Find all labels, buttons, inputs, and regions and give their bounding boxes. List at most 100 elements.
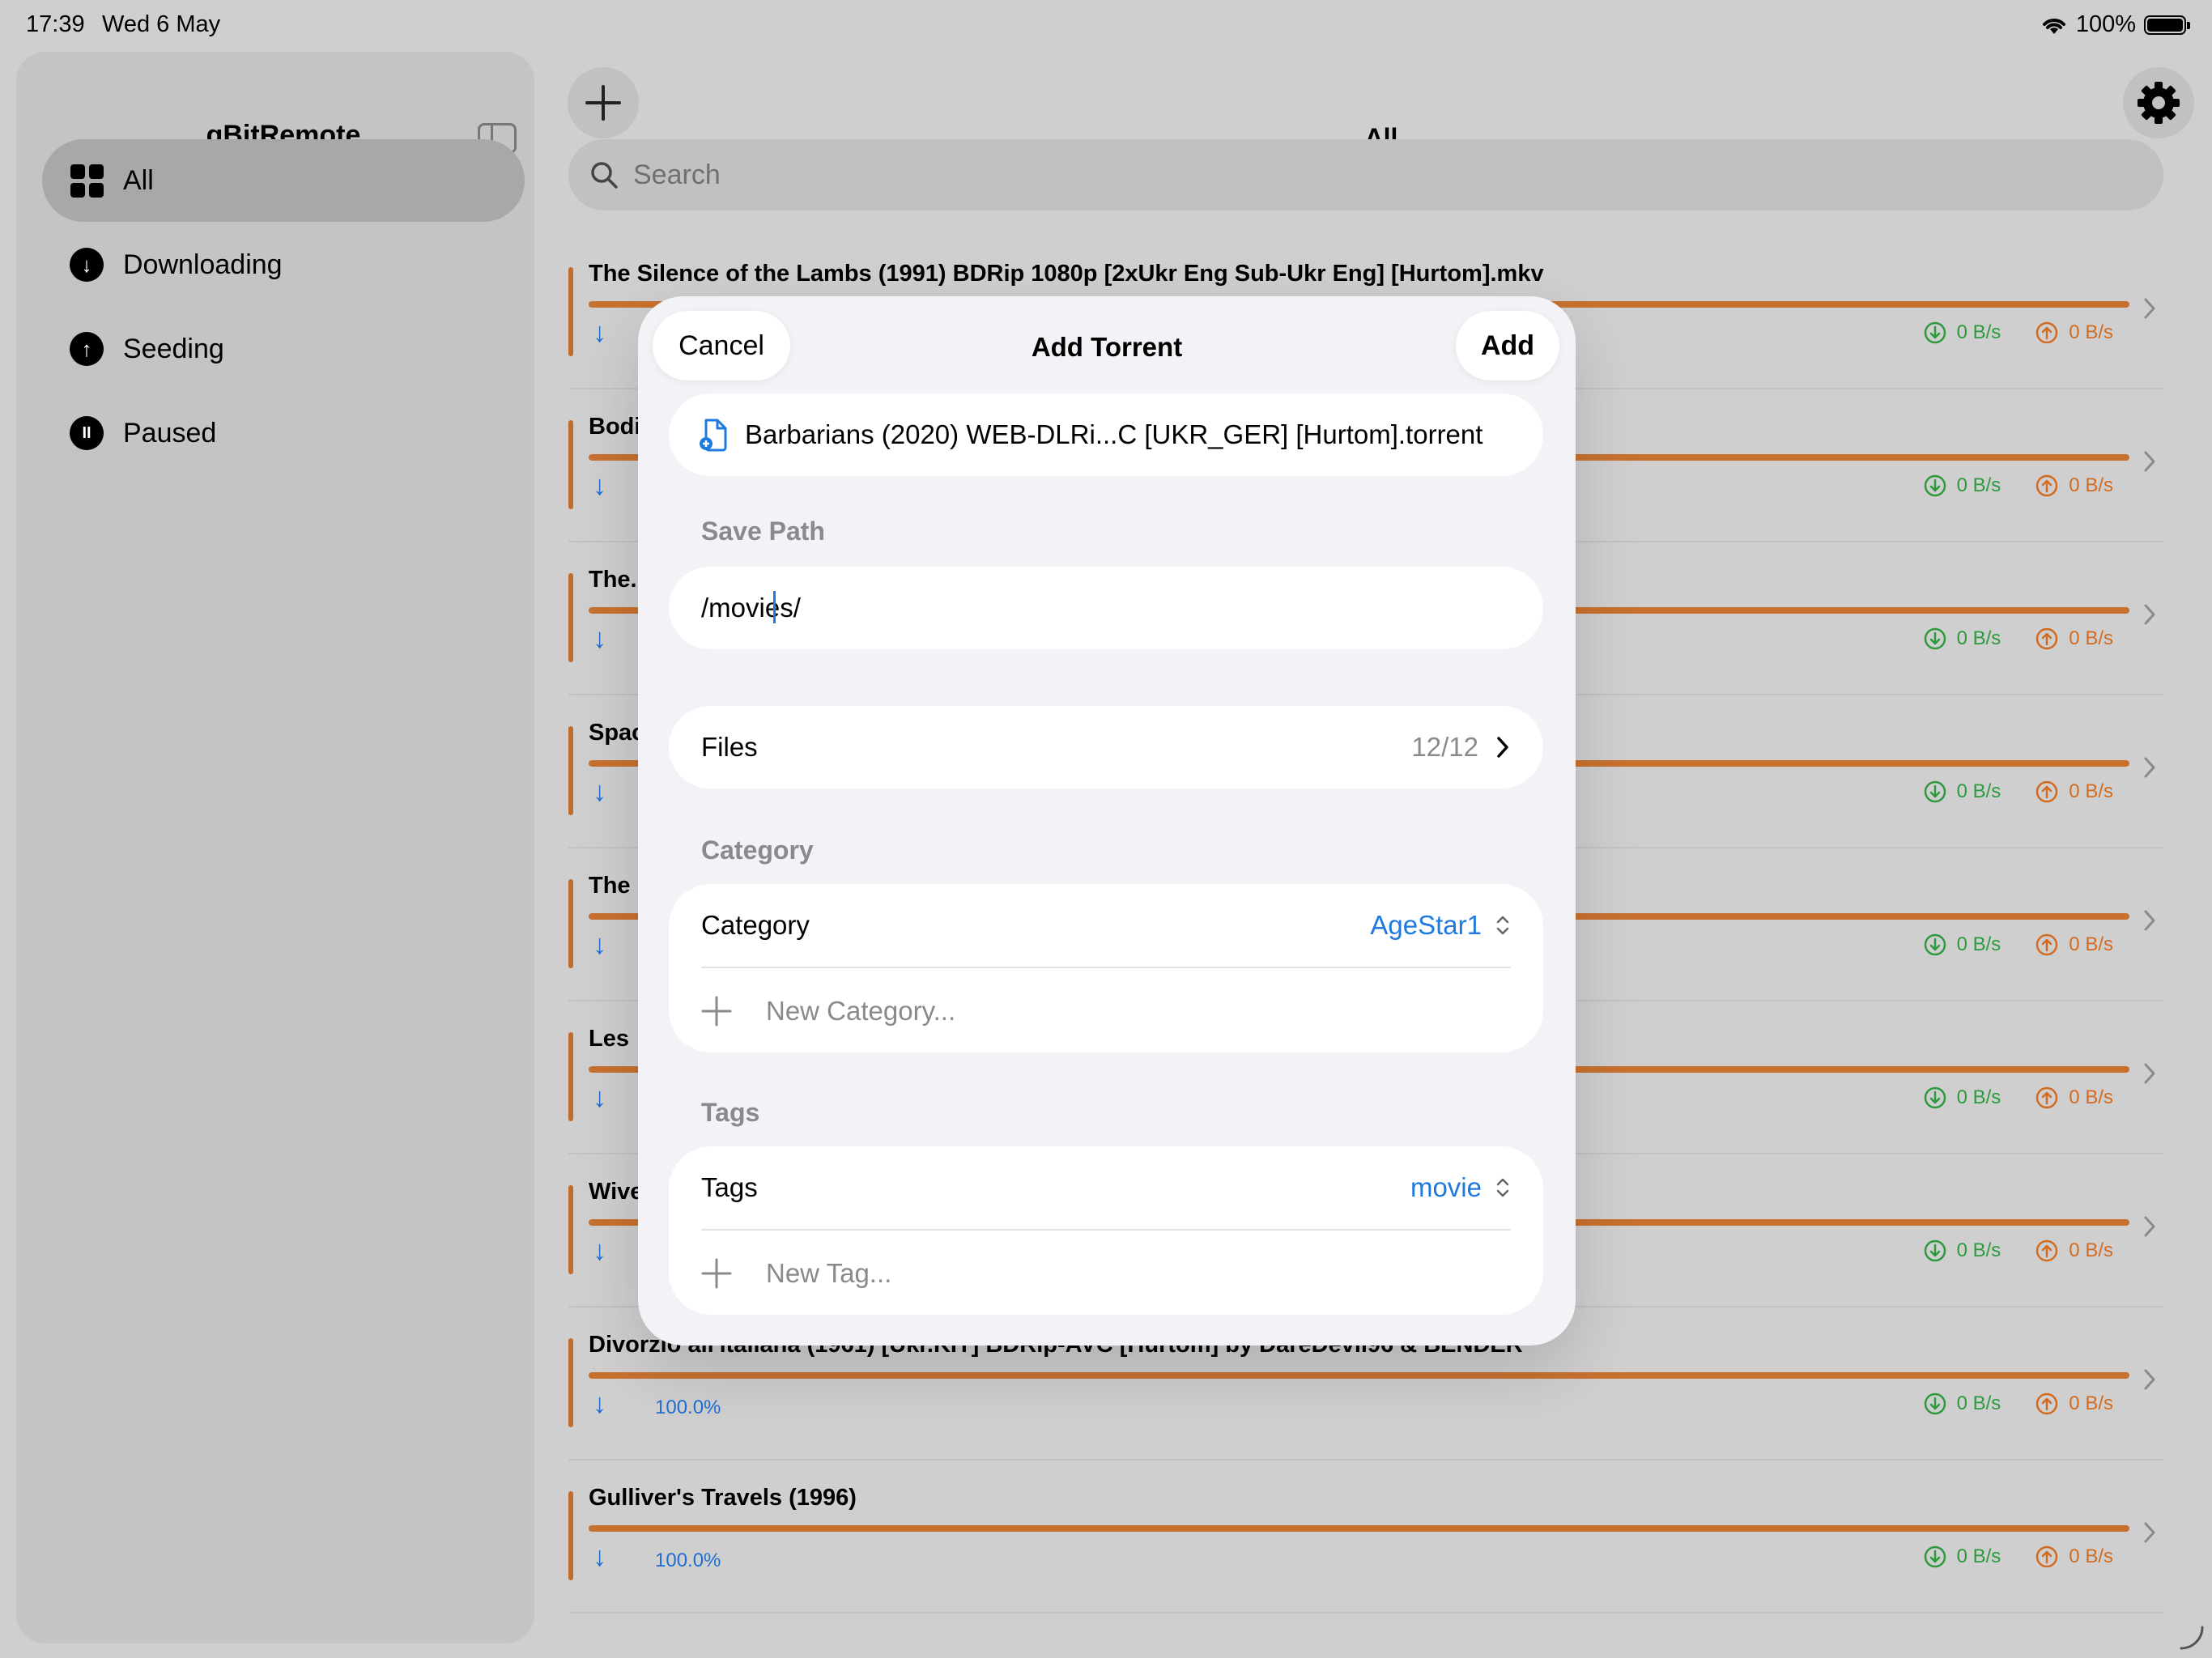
new-tag-label: New Tag... [766, 1258, 892, 1288]
speed-info: 0 B/s 0 B/s [1923, 1545, 2113, 1569]
section-header-tags: Tags [701, 1098, 760, 1127]
sidebar: qBitRemote All ↓ Downloading ↑ Seeding I… [16, 52, 534, 1643]
torrent-name: The. [589, 567, 637, 593]
arrow-down-icon: ↓ [593, 1235, 606, 1266]
torrent-file-name: Barbarians (2020) WEB-DLRi...C [UKR_GER]… [745, 419, 1483, 449]
upload-speed-icon [2036, 474, 2058, 497]
sidebar-item-seeding[interactable]: ↑ Seeding [42, 308, 525, 390]
progress-bar [589, 1372, 2129, 1379]
search-bar[interactable] [568, 139, 2163, 210]
files-row[interactable]: Files 12/12 [669, 706, 1543, 789]
wifi-icon [2042, 18, 2065, 34]
download-speed: 0 B/s [1956, 933, 2001, 955]
upload-speed: 0 B/s [2069, 627, 2113, 649]
save-path-input[interactable]: /movies/ [701, 593, 801, 623]
arrow-down-icon: ↓ [593, 1082, 606, 1113]
sheet-title: Add Torrent [1031, 332, 1183, 362]
sidebar-item-downloading[interactable]: ↓ Downloading [42, 223, 525, 306]
row-accent [568, 267, 573, 356]
download-speed-icon [1924, 1086, 1946, 1109]
torrent-name: The Silence of the Lambs (1991) BDRip 10… [589, 261, 1544, 287]
sidebar-item-label: Seeding [123, 333, 224, 364]
chevron-right-icon [2144, 1369, 2155, 1390]
plus-icon [701, 1258, 732, 1289]
divider [701, 967, 1511, 968]
upload-speed: 0 B/s [2069, 933, 2113, 955]
status-date: Wed 6 May [102, 11, 221, 37]
upload-speed: 0 B/s [2069, 1545, 2113, 1567]
section-header-category: Category [701, 835, 814, 865]
chevron-right-icon [2144, 1216, 2155, 1237]
status-time: 17:39 [26, 11, 85, 37]
download-speed: 0 B/s [1956, 474, 2001, 496]
settings-button[interactable] [2123, 67, 2194, 138]
row-accent [568, 1338, 573, 1427]
tags-picker[interactable]: Tags movie [669, 1146, 1543, 1229]
download-speed: 0 B/s [1956, 1545, 2001, 1567]
new-category-button[interactable]: New Category... [701, 996, 955, 1027]
tags-value: movie [1410, 1172, 1482, 1202]
torrent-row[interactable]: Gulliver's Travels (1996) ↓ 100.0% 0 B/s 0 B… [568, 1460, 2163, 1613]
row-accent [568, 1491, 573, 1580]
status-right: 100% [2040, 11, 2190, 38]
download-speed-icon [1924, 1545, 1946, 1568]
tags-card: Tags movie New Tag... [669, 1146, 1543, 1315]
sidebar-item-label: All [123, 164, 154, 196]
speed-info: 0 B/s 0 B/s [1923, 780, 2113, 804]
text-cursor [773, 591, 776, 623]
download-speed: 0 B/s [1956, 1086, 2001, 1108]
download-speed-icon [1924, 1239, 1946, 1262]
sidebar-item-paused[interactable]: II Paused [42, 392, 525, 474]
arrow-up-circle-icon: ↑ [70, 332, 104, 366]
download-speed-icon [1924, 780, 1946, 803]
upload-speed-icon [2036, 780, 2058, 803]
gear-icon [2138, 82, 2180, 124]
loading-spinner-icon [2180, 1626, 2204, 1650]
save-path-card: /movies/ [669, 567, 1543, 649]
chevron-right-icon [2144, 604, 2155, 625]
new-tag-button[interactable]: New Tag... [701, 1258, 891, 1289]
plus-icon [701, 996, 732, 1027]
download-speed: 0 B/s [1956, 627, 2001, 649]
plus-icon [585, 85, 621, 121]
upload-speed: 0 B/s [2069, 321, 2113, 343]
download-speed: 0 B/s [1956, 321, 2001, 343]
tags-label: Tags [701, 1172, 758, 1202]
speed-info: 0 B/s 0 B/s [1923, 933, 2113, 957]
chevron-right-icon [1497, 737, 1508, 758]
torrent-file-card[interactable]: Barbarians (2020) WEB-DLRi...C [UKR_GER]… [669, 393, 1543, 476]
arrow-down-circle-icon: ↓ [70, 248, 104, 282]
upload-speed-icon [2036, 1545, 2058, 1568]
upload-speed-icon [2036, 1392, 2058, 1415]
category-label: Category [701, 910, 810, 940]
arrow-down-icon: ↓ [593, 1541, 606, 1572]
sidebar-item-label: Paused [123, 417, 217, 449]
search-input[interactable] [632, 158, 2092, 192]
torrent-name: Wive [589, 1179, 644, 1205]
row-divider [568, 1612, 2163, 1613]
arrow-down-icon: ↓ [593, 776, 606, 807]
upload-speed-icon [2036, 1086, 2058, 1109]
progress-percent: 100.0% [655, 1397, 721, 1418]
download-speed-icon [1924, 474, 1946, 497]
upload-speed: 0 B/s [2069, 1392, 2113, 1414]
files-label: Files [701, 732, 758, 762]
add-torrent-sheet: Cancel Add Torrent Add Barbarians (2020)… [638, 296, 1576, 1346]
upload-speed-icon [2036, 1239, 2058, 1262]
row-accent [568, 420, 573, 509]
upload-speed: 0 B/s [2069, 780, 2113, 802]
sidebar-item-all[interactable]: All [42, 139, 525, 222]
speed-info: 0 B/s 0 B/s [1923, 1086, 2113, 1110]
add-button[interactable]: Add [1456, 311, 1559, 380]
chevron-right-icon [2144, 451, 2155, 472]
arrow-down-icon: ↓ [593, 317, 606, 348]
section-header-save-path: Save Path [701, 517, 825, 546]
row-accent [568, 573, 573, 662]
arrow-down-icon: ↓ [593, 929, 606, 960]
chevron-right-icon [2144, 910, 2155, 931]
upload-speed-icon [2036, 321, 2058, 344]
speed-info: 0 B/s 0 B/s [1923, 1239, 2113, 1263]
category-picker[interactable]: Category AgeStar1 [669, 884, 1543, 967]
chevron-right-icon [2144, 1063, 2155, 1084]
download-speed: 0 B/s [1956, 1239, 2001, 1261]
